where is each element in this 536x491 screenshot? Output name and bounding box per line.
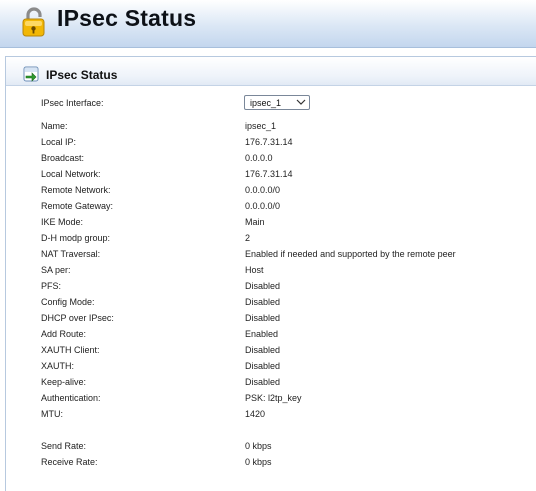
field-value: 0.0.0.0 (245, 153, 273, 163)
field-label: Add Route: (41, 329, 87, 339)
field-value: 0.0.0.0/0 (245, 201, 281, 211)
field-value: Disabled (245, 377, 281, 387)
field-value: Main (245, 217, 265, 227)
field-label: Local IP: (41, 137, 77, 147)
field-value: PSK: l2tp_key (245, 393, 302, 403)
field-value: 1420 (245, 409, 266, 419)
field-label: Config Mode: (41, 297, 95, 307)
field-value: Enabled if needed and supported by the r… (245, 249, 456, 259)
field-label: DHCP over IPsec: (41, 313, 114, 323)
send-rate-label: Send Rate: (41, 441, 87, 451)
receive-rate-label: Receive Rate: (41, 457, 98, 467)
field-value: Disabled (245, 297, 281, 307)
field-value: 2 (245, 233, 251, 243)
field-label: Authentication: (41, 393, 101, 403)
field-label: D-H modp group: (41, 233, 111, 243)
panel-header: IPsec Status (6, 57, 536, 86)
field-label: NAT Traversal: (41, 249, 101, 259)
field-value: ipsec_1 (245, 121, 277, 131)
field-label: Remote Gateway: (41, 201, 114, 211)
field-value: 0.0.0.0/0 (245, 185, 281, 195)
panel-title: IPsec Status (46, 68, 118, 82)
field-value: Host (245, 265, 264, 275)
field-label: PFS: (41, 281, 62, 291)
field-label: XAUTH Client: (41, 345, 100, 355)
interface-select-value: ipsec_1 (250, 98, 282, 108)
field-value: Disabled (245, 345, 281, 355)
field-label: Remote Network: (41, 185, 111, 195)
interface-label: IPsec Interface: (41, 98, 104, 108)
field-value: 176.7.31.14 (245, 169, 293, 179)
receive-rate-value: 0 kbps (245, 457, 272, 467)
field-value: 176.7.31.14 (245, 137, 293, 147)
field-label: IKE Mode: (41, 217, 84, 227)
chevron-down-icon (296, 99, 306, 105)
field-label: MTU: (41, 409, 63, 419)
field-value: Enabled (245, 329, 279, 339)
interface-select[interactable]: ipsec_1 (244, 95, 310, 110)
field-label: Broadcast: (41, 153, 85, 163)
field-label: Name: (41, 121, 68, 131)
page-header: IPsec Status (0, 0, 536, 48)
status-arrow-icon (23, 66, 39, 82)
field-label: SA per: (41, 265, 71, 275)
field-label: XAUTH: (41, 361, 75, 371)
field-value: Disabled (245, 281, 281, 291)
field-label: Keep-alive: (41, 377, 87, 387)
page-title: IPsec Status (57, 5, 197, 31)
field-label: Local Network: (41, 169, 101, 179)
send-rate-value: 0 kbps (245, 441, 272, 451)
field-value: Disabled (245, 313, 281, 323)
lock-icon (22, 7, 45, 37)
field-value: Disabled (245, 361, 281, 371)
